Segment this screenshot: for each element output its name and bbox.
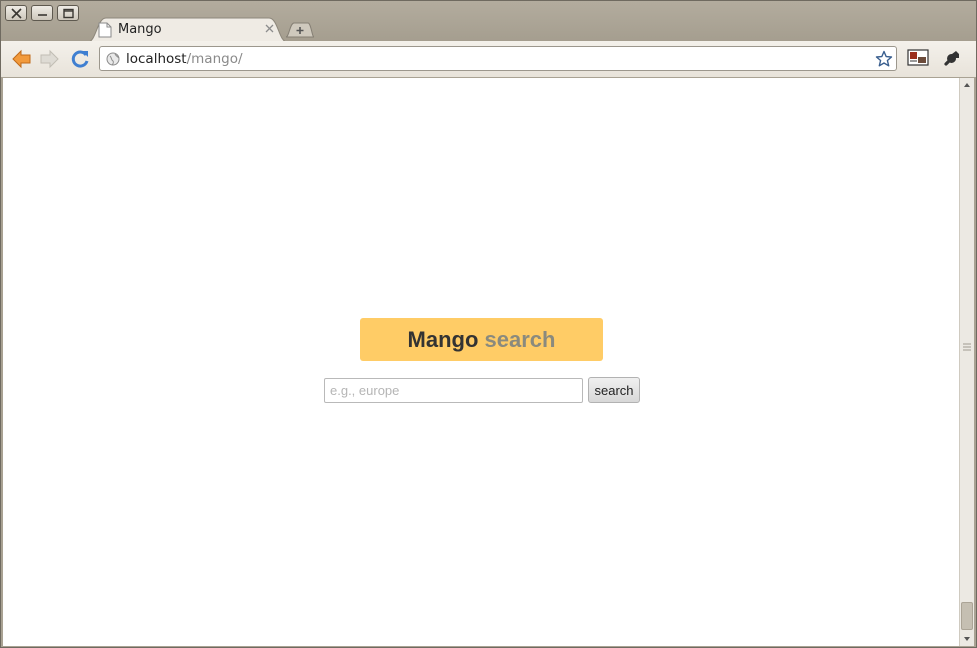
tab-close-icon[interactable]	[265, 24, 274, 33]
url-path: /mango/	[186, 51, 243, 67]
toolbar: localhost/mango/	[1, 41, 976, 78]
back-arrow-icon[interactable]	[10, 48, 32, 70]
mango-search-logo: Mango search	[360, 318, 603, 361]
tab-mango[interactable]: Mango	[88, 17, 287, 42]
search-button[interactable]: search	[588, 377, 640, 403]
browser-window: Mango localhost/mango/ Mango search e.g.…	[0, 0, 977, 648]
url-text[interactable]: localhost/mango/	[126, 51, 243, 67]
title-bar: Mango	[1, 1, 976, 42]
maximize-icon	[63, 8, 74, 19]
minimize-icon	[38, 14, 47, 16]
scroll-up-arrow-icon[interactable]	[960, 78, 974, 92]
search-input[interactable]	[324, 378, 583, 403]
new-tab-button[interactable]	[286, 22, 314, 38]
wrench-icon[interactable]	[942, 48, 962, 68]
vertical-scrollbar[interactable]	[959, 78, 974, 646]
close-window-button[interactable]	[5, 5, 27, 21]
star-icon[interactable]	[875, 50, 893, 68]
url-host: localhost	[126, 51, 187, 67]
scroll-down-arrow-icon[interactable]	[960, 632, 974, 646]
logo-word-search: search	[484, 327, 556, 352]
forward-arrow-icon[interactable]	[39, 48, 61, 70]
close-window-icon	[11, 8, 22, 19]
tab-title: Mango	[118, 22, 162, 37]
minimize-button[interactable]	[31, 5, 53, 21]
screenshot-extension-icon[interactable]	[907, 48, 929, 68]
globe-icon	[106, 52, 120, 66]
reload-icon[interactable]	[69, 48, 91, 70]
scroll-grip-icon	[963, 343, 971, 351]
logo-word-mango: Mango	[407, 327, 479, 352]
maximize-button[interactable]	[57, 5, 79, 21]
page-viewport: Mango search search	[3, 78, 959, 646]
scroll-thumb[interactable]	[961, 602, 973, 630]
address-bar[interactable]: localhost/mango/	[99, 46, 897, 71]
page-icon	[98, 22, 112, 38]
